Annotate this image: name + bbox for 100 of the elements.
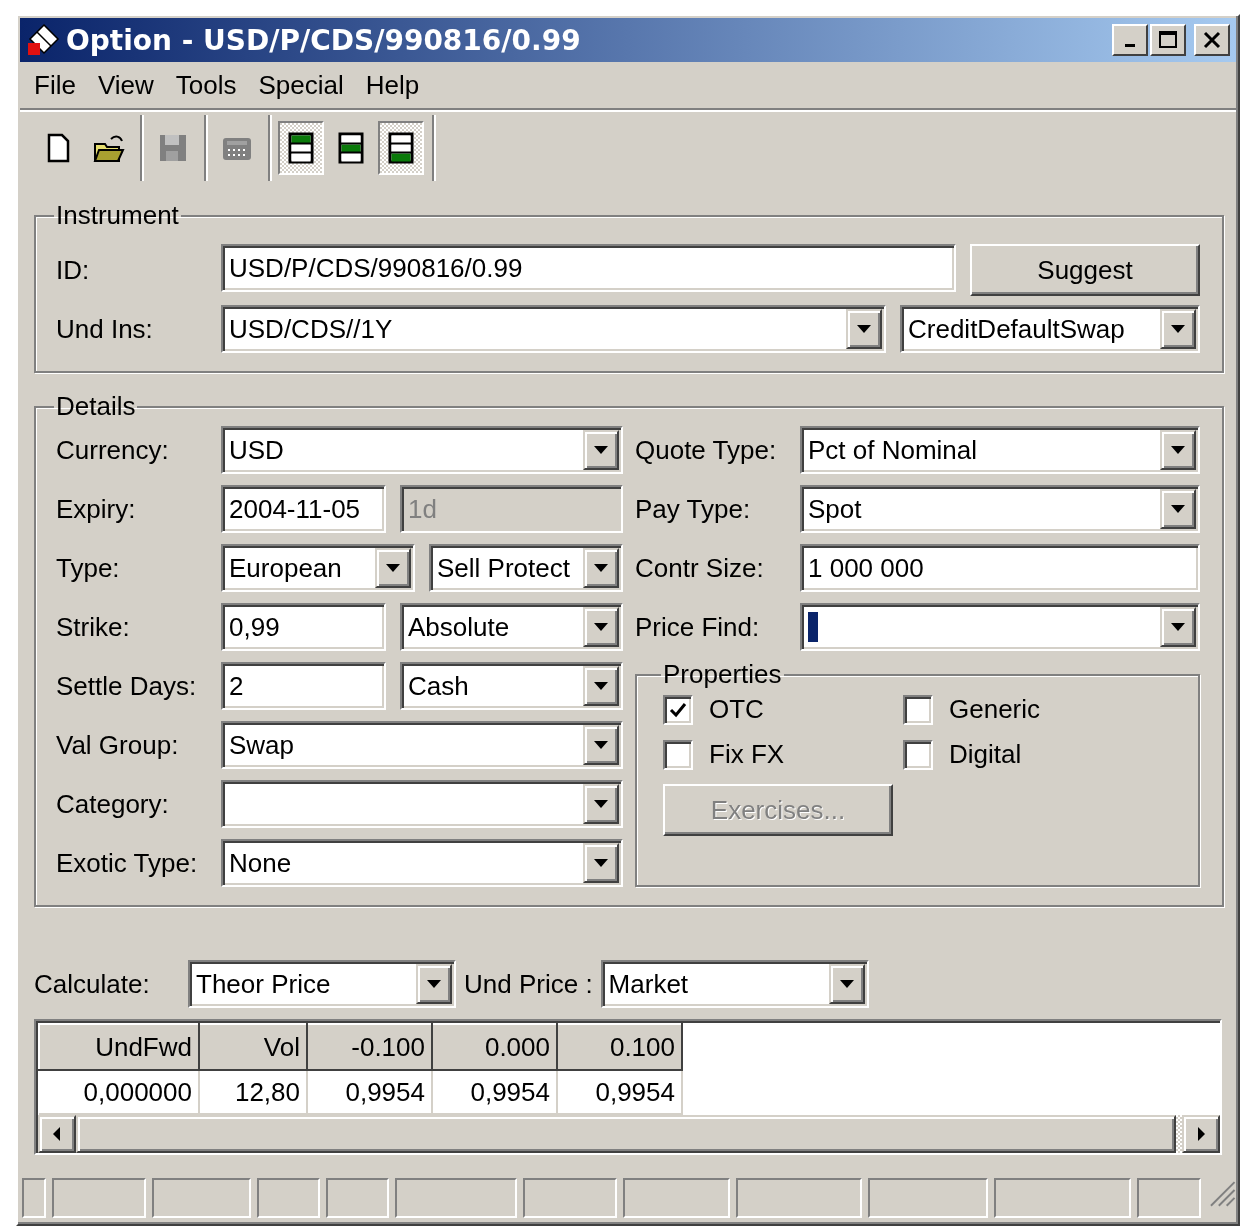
dropdown-field[interactable]: Spot [800,485,1200,533]
dropdown-button[interactable] [416,964,452,1004]
field-label: Price Find: [635,611,761,643]
field-label: Quote Type: [635,434,778,466]
minimize-button[interactable] [1112,24,1148,56]
text-field[interactable]: 2 [221,662,386,710]
checkbox-label: OTC [709,694,764,725]
column-header[interactable]: UndFwd [39,1024,199,1070]
caret-down-icon [427,980,441,988]
dropdown-button[interactable] [846,309,882,349]
caret-down-icon [1171,505,1185,513]
caret-down-icon [594,682,608,690]
field-label: Settle Days: [56,670,198,702]
dropdown-button[interactable] [583,548,619,588]
dropdown-field[interactable]: Sell Protect [429,544,623,592]
dropdown-field[interactable]: Pct of Nominal [800,426,1200,474]
text-field[interactable]: 1 000 000 [800,544,1200,592]
caret-down-icon [1171,446,1185,454]
dropdown-button[interactable] [1160,607,1196,647]
maximize-icon [1158,30,1178,50]
window-title: Option - USD/P/CDS/990816/0.99 [66,23,582,57]
scroll-right-button[interactable] [1182,1115,1220,1153]
dropdown-field[interactable]: European [221,544,415,592]
field-label: Strike: [56,611,131,643]
field-label: Pay Type: [635,493,752,525]
minimize-icon [1125,43,1135,47]
caret-down-icon [594,623,608,631]
dropdown-field[interactable] [221,780,623,828]
checkbox[interactable] [903,694,933,725]
caret-down-icon [1171,623,1185,631]
checkbox[interactable] [663,739,693,770]
dropdown-button[interactable] [1160,309,1196,349]
field-label: Und Ins: [56,313,154,345]
dropdown-button[interactable] [1160,489,1196,529]
dropdown-field[interactable]: Market [600,960,869,1008]
field-label: Exotic Type: [56,847,199,879]
checkbox[interactable] [663,694,693,725]
caret-down-icon [594,446,608,454]
text-field[interactable]: USD/P/CDS/990816/0.99 [221,244,956,292]
checkbox-label: Digital [949,739,1022,770]
field-label: ID: [56,254,91,286]
dropdown-button[interactable] [828,964,865,1004]
caret-down-icon [594,564,608,572]
toolbar-button[interactable] [378,121,424,175]
field-label: Category: [56,788,170,820]
caret-down-icon [594,859,608,867]
scroll-left-button[interactable] [38,1115,76,1153]
suggest-button[interactable]: Suggest [970,244,1200,296]
group-title: Instrument [55,200,180,231]
field-label: Und Price : [464,968,593,1000]
dropdown-button[interactable] [583,430,619,470]
text-field[interactable]: 0,99 [221,603,386,651]
toolbar-button[interactable] [278,121,324,175]
dropdown-field[interactable]: None [221,839,623,887]
right-arrow-icon [1196,1127,1206,1141]
field-label: Currency: [56,434,170,466]
dropdown-field[interactable]: CreditDefaultSwap [900,305,1200,353]
menu-item[interactable]: View [91,69,170,101]
column-header[interactable]: 0.100 [557,1024,682,1070]
dropdown-field[interactable]: Cash [400,662,623,710]
status-pane [22,1178,46,1218]
dropdown-button[interactable] [583,843,619,883]
dropdown-button[interactable] [583,725,619,765]
caret-down-icon [839,980,854,988]
group-title: Properties [662,659,783,690]
field-label: Expiry: [56,493,137,525]
dropdown-field[interactable]: USD/CDS//1Y [221,305,886,353]
menu-item[interactable]: Tools [169,69,253,101]
dropdown-field[interactable]: Swap [221,721,623,769]
dropdown-field[interactable] [800,603,1200,651]
maximize-button[interactable] [1150,24,1186,56]
column-header[interactable]: 0.000 [432,1024,557,1070]
menu-item[interactable]: Special [252,69,360,101]
column-header[interactable]: Vol [199,1024,307,1070]
status-pane [256,1178,320,1218]
checkbox[interactable] [903,739,933,770]
column-header[interactable]: -0.100 [307,1024,432,1070]
left-arrow-icon [52,1127,62,1141]
field-label: Calculate: [34,968,151,1000]
caret-down-icon [594,741,608,749]
checkmark-icon [669,701,687,718]
caret-down-icon [857,325,871,333]
dropdown-field[interactable]: Absolute [400,603,623,651]
dropdown-button[interactable] [583,784,619,824]
dropdown-button[interactable] [1160,430,1196,470]
text-field[interactable]: 2004-11-05 [221,485,386,533]
field-label: Type: [56,552,121,584]
dropdown-button[interactable] [583,607,619,647]
dropdown-field[interactable]: Theor Price [188,960,456,1008]
dropdown-field[interactable]: USD [221,426,623,474]
group-title: Details [55,391,137,422]
close-button[interactable] [1194,24,1230,56]
field-label: Val Group: [56,729,180,761]
menu-item[interactable]: File [28,69,92,101]
dropdown-button[interactable] [583,666,619,706]
caret-down-icon [1171,325,1185,333]
caret-down-icon [594,800,608,808]
dropdown-button[interactable] [375,548,411,588]
menu-item[interactable]: Help [359,69,436,101]
status-pane [325,1178,389,1218]
